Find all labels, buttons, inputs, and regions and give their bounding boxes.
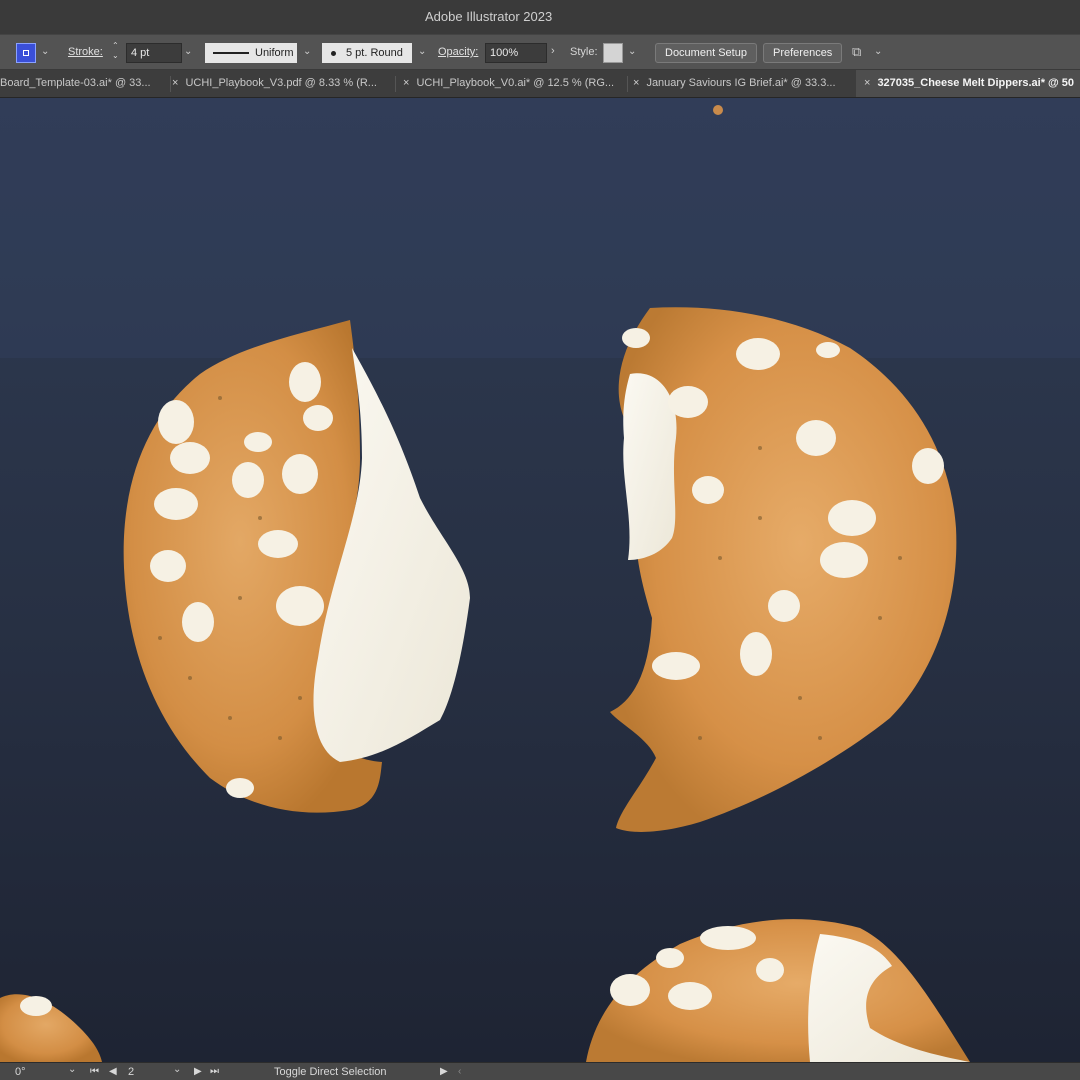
opacity-label[interactable]: Opacity: <box>438 46 478 58</box>
stroke-weight-field[interactable]: 4 pt <box>126 43 182 63</box>
tab-label: UCHI_Playbook_V3.pdf @ 8.33 % (R... <box>185 77 377 89</box>
artboard-canvas[interactable] <box>0 98 1080 1062</box>
rotation-value[interactable]: 0° <box>15 1066 26 1078</box>
right-dipper <box>610 307 957 832</box>
brush-label: 5 pt. Round <box>346 47 403 59</box>
tab-uchi-playbook-v0[interactable]: × UCHI_Playbook_V0.ai* @ 12.5 % (RG... <box>403 70 625 97</box>
tool-hint-label: Toggle Direct Selection <box>274 1066 387 1078</box>
stroke-profile-select[interactable]: Uniform <box>205 43 297 63</box>
document-setup-button[interactable]: Document Setup <box>655 43 757 63</box>
first-artboard-icon[interactable]: ⏮ <box>90 1066 99 1077</box>
chevron-down-icon[interactable]: ⌄ <box>41 46 49 57</box>
left-dipper <box>123 320 470 813</box>
chevron-down-icon[interactable]: ⌄ <box>303 46 311 57</box>
bottom-dipper <box>586 919 970 1062</box>
scroll-left-icon[interactable]: ‹ <box>458 1066 461 1077</box>
style-swatch[interactable] <box>603 43 623 63</box>
arrange-documents-icon[interactable]: ⧉ <box>852 44 861 60</box>
close-icon[interactable]: × <box>172 77 178 89</box>
brush-select[interactable]: 5 pt. Round <box>322 43 412 63</box>
chevron-down-icon[interactable]: ⌄ <box>173 1064 181 1075</box>
chevron-down-icon[interactable]: ⌄ <box>874 46 882 57</box>
tab-board-template[interactable]: Board_Template-03.ai* @ 33... <box>0 70 170 97</box>
status-menu-icon[interactable]: ▶ <box>440 1066 448 1077</box>
title-bar: Adobe Illustrator 2023 <box>0 0 1080 34</box>
brush-dot-icon <box>331 50 336 56</box>
tab-label: 327035_Cheese Melt Dippers.ai* @ 50 <box>877 77 1075 89</box>
control-bar: ⌄ Stroke: ⌃ ⌄ 4 pt ⌄ Uniform ⌄ 5 pt. Roun… <box>0 34 1080 70</box>
preferences-button[interactable]: Preferences <box>763 43 843 63</box>
stroke-label[interactable]: Stroke: <box>68 46 103 58</box>
app-title: Adobe Illustrator 2023 <box>425 9 553 24</box>
close-icon[interactable]: × <box>403 77 409 89</box>
stroke-stepper-icon[interactable]: ⌃ ⌄ <box>112 41 122 61</box>
chevron-down-icon[interactable]: ⌄ <box>184 46 192 57</box>
tab-january-saviours[interactable]: × January Saviours IG Brief.ai* @ 33.3... <box>633 70 853 97</box>
chevron-down-icon[interactable]: ⌄ <box>418 46 426 57</box>
cheese-dippers-photo <box>0 98 1080 1062</box>
tab-label: January Saviours IG Brief.ai* @ 33.3... <box>646 77 836 89</box>
status-bar: 0° ⌄ ⏮ ◀ 2 ⌄ ▶ ⏭ Toggle Direct Selection… <box>0 1062 1080 1080</box>
tab-label: UCHI_Playbook_V0.ai* @ 12.5 % (RG... <box>416 77 615 89</box>
chevron-down-icon[interactable]: ⌄ <box>68 1064 76 1075</box>
last-artboard-icon[interactable]: ⏭ <box>210 1066 219 1077</box>
tab-uchi-playbook-v3[interactable]: × UCHI_Playbook_V3.pdf @ 8.33 % (R... <box>172 70 388 97</box>
crumb <box>713 105 723 115</box>
fill-stroke-swatch[interactable] <box>16 43 36 63</box>
close-icon[interactable]: × <box>633 77 639 89</box>
artboard-number-field[interactable]: 2 <box>128 1066 134 1078</box>
tab-cheese-melt-dippers[interactable]: × 327035_Cheese Melt Dippers.ai* @ 50 <box>856 70 1080 97</box>
chevron-down-icon[interactable]: ⌄ <box>628 46 636 57</box>
tab-label: Board_Template-03.ai* @ 33... <box>0 77 151 89</box>
document-tabs: Board_Template-03.ai* @ 33... × UCHI_Play… <box>0 70 1080 98</box>
stroke-line-icon <box>213 52 249 54</box>
opacity-field[interactable]: 100% <box>485 43 547 63</box>
stroke-profile-label: Uniform <box>255 47 294 59</box>
close-icon[interactable]: × <box>864 77 870 89</box>
previous-artboard-icon[interactable]: ◀ <box>109 1066 117 1077</box>
chevron-right-icon[interactable]: › <box>551 45 555 57</box>
style-label: Style: <box>570 46 598 58</box>
corner-dipper <box>0 994 102 1062</box>
next-artboard-icon[interactable]: ▶ <box>194 1066 202 1077</box>
